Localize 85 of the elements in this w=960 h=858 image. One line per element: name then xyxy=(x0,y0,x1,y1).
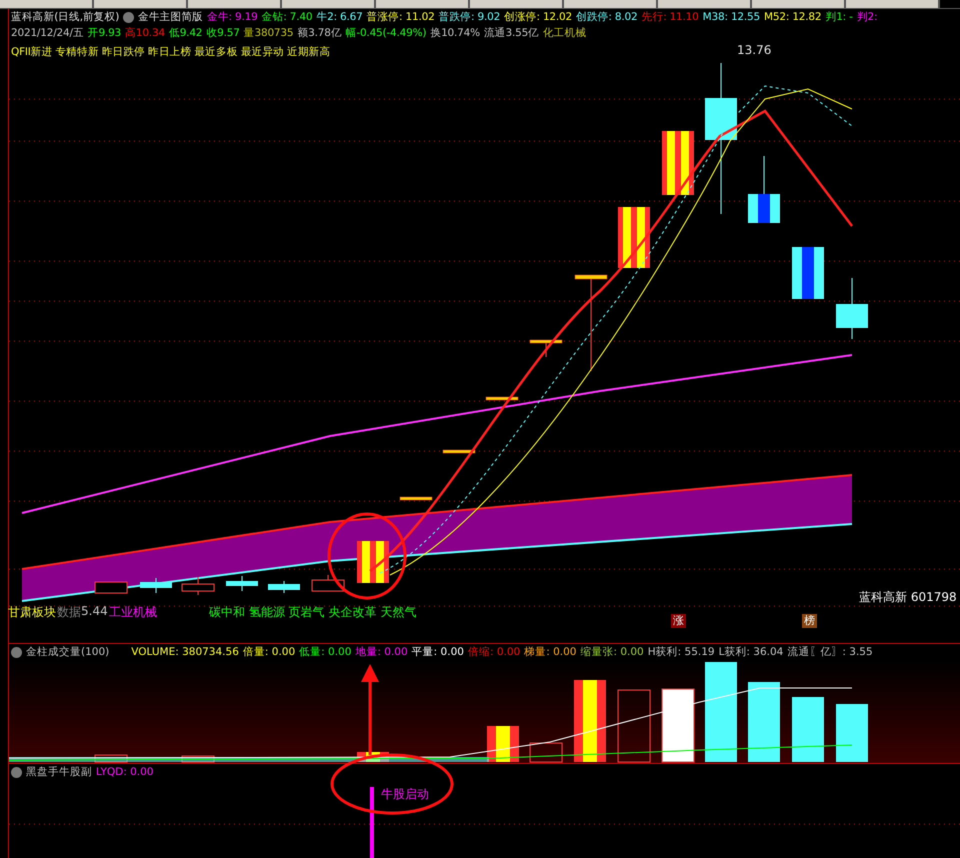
signal-badge: 榜 xyxy=(802,614,817,628)
indicator-value: 创跌停: 8.02 xyxy=(576,10,638,24)
indicator-value: 判2: xyxy=(856,10,878,24)
tab-strip[interactable] xyxy=(188,0,282,8)
candlestick xyxy=(792,246,824,300)
panel-title: 黑盘手牛股副 xyxy=(26,765,92,779)
tab-strip[interactable] xyxy=(470,0,564,8)
dropdown-icon[interactable] xyxy=(11,646,22,658)
candlestick xyxy=(140,578,172,594)
stock-name-label: 蓝科高新 601798 xyxy=(859,589,957,606)
tab-strip[interactable] xyxy=(752,0,846,8)
indicator-value: 普涨停: 11.02 xyxy=(366,10,435,24)
quote-field: 2021/12/24/五 xyxy=(11,26,84,40)
volume-bar xyxy=(836,704,868,762)
quote-field: 收9.57 xyxy=(206,26,240,40)
indicator-value: 金钻: 7.40 xyxy=(262,10,312,24)
volume-bar xyxy=(182,756,214,762)
volume-bar xyxy=(530,742,562,762)
candlestick xyxy=(400,496,432,500)
indicator-value: 普跌停: 9.02 xyxy=(438,10,500,24)
panel-title: 金柱成交量(100) xyxy=(26,645,110,659)
concept-label: 碳中和 氢能源 页岩气 央企改革 天然气 xyxy=(209,604,416,621)
chart-title: 蓝科高新(日线,前复权) xyxy=(11,10,120,24)
tab-strip[interactable] xyxy=(376,0,470,8)
tab-strip[interactable] xyxy=(282,0,376,8)
indicator-value: LYQD: 0.00 xyxy=(96,766,154,778)
candlestick xyxy=(486,396,518,400)
indicator-value: 缩量张: 0.00 xyxy=(580,645,644,659)
indicator-value: 牛2: 6.67 xyxy=(316,10,363,24)
indicator-value: L获利: 36.04 xyxy=(718,645,784,659)
quote-field: 量380735 xyxy=(244,26,294,40)
volume-bar xyxy=(487,726,519,762)
candlestick xyxy=(618,206,650,268)
indicator-value: 平量: 0.00 xyxy=(412,645,464,659)
dropdown-icon[interactable] xyxy=(11,766,22,778)
concept-label: 数据 xyxy=(57,604,81,621)
tab-strip[interactable] xyxy=(846,0,940,8)
candlestick xyxy=(94,582,128,594)
tab-strip[interactable] xyxy=(564,0,658,8)
indicator-value: H获利: 55.19 xyxy=(648,645,715,659)
indicator-value: M38: 12.55 xyxy=(702,11,760,23)
signal-annotation: 牛股启动 xyxy=(381,786,429,803)
quote-field: 幅-0.45(-4.49%) xyxy=(346,26,426,40)
indicator-value: M52: 12.82 xyxy=(764,11,822,23)
indicator-value: 先行: 11.10 xyxy=(641,10,699,24)
stock-tags: QFII新进 专精特新 昨日跌停 昨日上榜 最近多板 最近异动 近期新高 xyxy=(11,45,330,59)
volume-bar xyxy=(94,754,128,762)
quote-field: 开9.93 xyxy=(88,26,122,40)
quote-field: 额3.78亿 xyxy=(297,26,342,40)
tab-strip[interactable] xyxy=(658,0,752,8)
quote-field: 换10.74% xyxy=(430,26,480,40)
candlestick xyxy=(442,450,476,454)
candlestick xyxy=(530,340,562,358)
volume-bar xyxy=(792,697,824,762)
indicator-value: 金牛: 9.19 xyxy=(206,10,258,24)
signal-bar xyxy=(370,787,374,858)
candlestick xyxy=(182,576,214,596)
indicator-value: 倍量: 0.00 xyxy=(242,645,296,659)
candlestick xyxy=(357,540,389,584)
signal-badge: 涨 xyxy=(671,614,686,628)
candlestick xyxy=(662,130,694,196)
candlestick xyxy=(312,574,344,592)
candlestick xyxy=(836,278,868,340)
indicator-name: 金牛主图简版 xyxy=(138,10,203,24)
tab-strip[interactable] xyxy=(94,0,188,8)
quote-field: 低9.42 xyxy=(168,26,202,40)
indicator-value: 低量: 0.00 xyxy=(299,645,352,659)
indicator-value: VOLUME: 380734.56 xyxy=(131,646,239,658)
candlestick xyxy=(226,576,258,592)
indicator-value: 倍缩: 0.00 xyxy=(468,645,520,659)
high-price-label: 13.76 xyxy=(737,43,772,57)
quote-field: 流通3.55亿 xyxy=(484,26,539,40)
quote-field: 高10.34 xyxy=(125,26,165,40)
indicator-value: 流通〖亿〗: 3.55 xyxy=(787,645,873,659)
quote-field: 化工机械 xyxy=(542,26,586,40)
candlestick xyxy=(748,156,780,224)
indicator-value: 梯量: 0.00 xyxy=(524,645,576,659)
concept-label: 工业机械 xyxy=(109,604,157,621)
dropdown-icon[interactable] xyxy=(123,12,134,22)
concept-label: 5.44 xyxy=(81,604,108,618)
candlestick xyxy=(268,580,300,594)
tab-strip[interactable] xyxy=(0,0,94,8)
indicator-value: 创涨停: 12.02 xyxy=(504,10,572,24)
indicator-value: 地量: 0.00 xyxy=(355,645,408,659)
indicator-value: 判1: - xyxy=(825,10,853,24)
